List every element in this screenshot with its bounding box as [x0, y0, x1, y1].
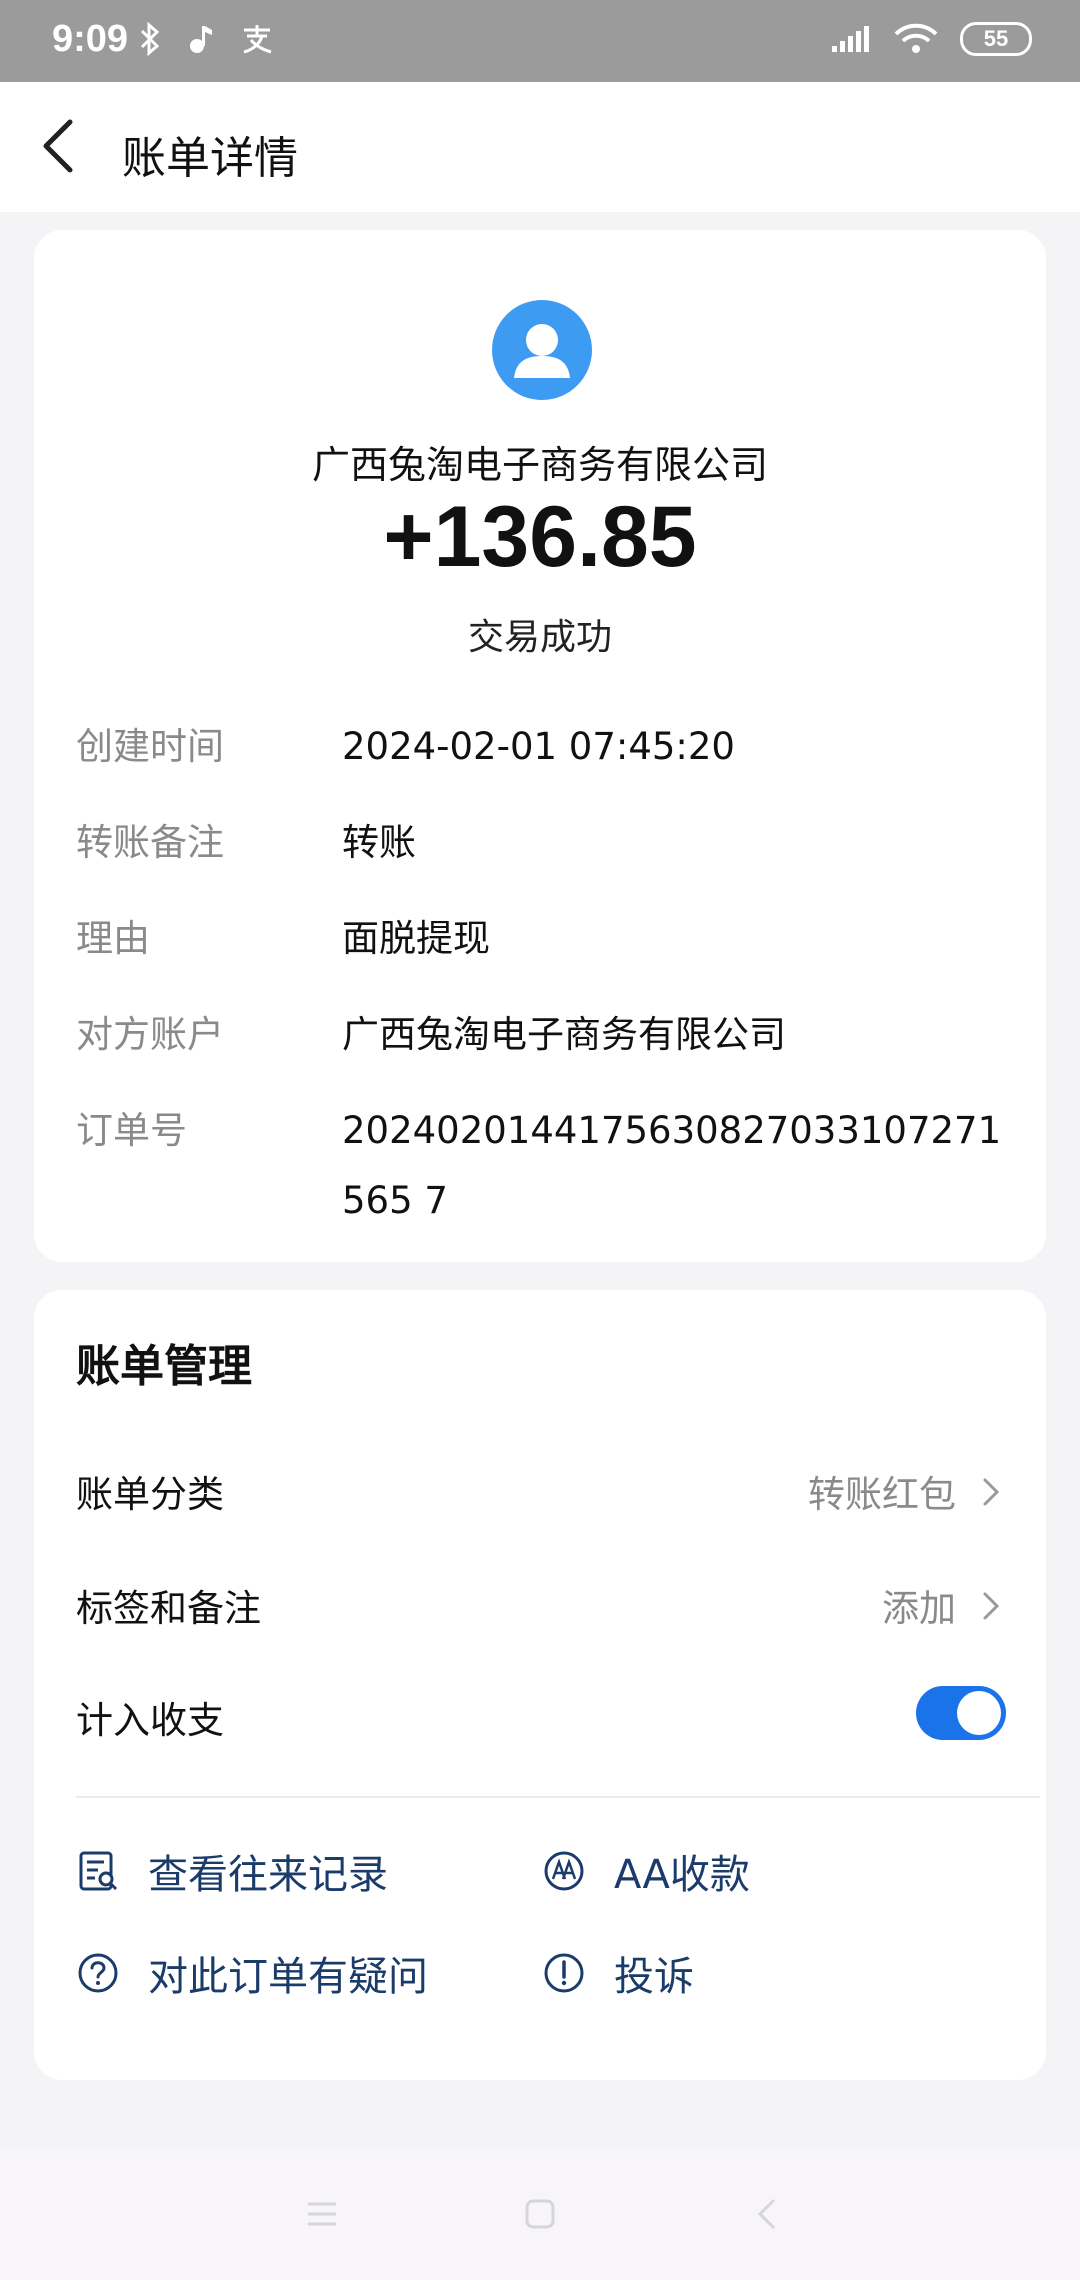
tags-notes-value: 添加	[882, 1587, 956, 1630]
status-time: 9:09	[52, 18, 129, 60]
complaint-label: 投诉	[614, 1954, 694, 2000]
order-question-button[interactable]: 对此订单有疑问	[76, 1938, 428, 2008]
detail-value: 2024-02-01 07:45:20	[342, 725, 735, 768]
detail-label: 转账备注	[76, 821, 224, 864]
tags-notes-label: 标签和备注	[76, 1587, 261, 1630]
transaction-amount: +136.85	[383, 489, 697, 585]
tags-notes-row[interactable]: 标签和备注 添加	[76, 1566, 1006, 1646]
order-number: 2024020144175630827033107271565 7	[342, 1109, 1002, 1222]
transaction-card: 广西兔淘电子商务有限公司 +136.85 交易成功 创建时间 2024-02-0…	[34, 230, 1046, 1262]
bill-category-value: 转账红包	[808, 1473, 956, 1516]
status-bar: 9:09 55	[0, 0, 1080, 82]
question-icon	[78, 1953, 118, 1993]
include-income-label: 计入收支	[76, 1699, 224, 1742]
toggle-knob	[957, 1691, 1001, 1735]
app-header: 账单详情	[0, 82, 1080, 212]
avatar	[492, 300, 592, 400]
bill-management-card: 账单管理 账单分类 转账红包 标签和备注 添加 计入收支 查看往来记录 AA收款…	[34, 1290, 1046, 2080]
chevron-right-icon	[983, 1592, 1000, 1620]
detail-value: 转账	[342, 821, 416, 864]
section-title: 账单管理	[76, 1341, 252, 1392]
detail-label: 理由	[76, 917, 150, 960]
detail-value: 面脱提现	[342, 917, 490, 960]
user-icon	[514, 324, 570, 378]
wifi-icon	[894, 23, 938, 53]
include-income-toggle[interactable]	[916, 1686, 1006, 1740]
bill-category-label: 账单分类	[76, 1473, 224, 1516]
music-icon	[190, 26, 212, 53]
detail-label: 创建时间	[76, 725, 224, 768]
transaction-status: 交易成功	[467, 617, 612, 658]
battery-icon: 55	[960, 22, 1032, 56]
back-nav-icon[interactable]	[748, 2194, 788, 2234]
complaint-button[interactable]: 投诉	[542, 1938, 694, 2008]
bluetooth-icon	[140, 22, 160, 56]
back-button[interactable]	[30, 114, 90, 178]
system-nav-bar	[0, 2150, 1080, 2280]
records-icon	[79, 1851, 118, 1891]
include-income-row: 计入收支	[76, 1678, 1006, 1758]
aa-collect-button[interactable]: AA收款	[542, 1836, 750, 1906]
order-question-label: 对此订单有疑问	[148, 1954, 428, 2000]
detail-value: 广西兔淘电子商务有限公司	[342, 1013, 786, 1056]
complaint-icon	[544, 1953, 584, 1993]
home-icon[interactable]	[520, 2194, 560, 2234]
detail-label: 订单号	[76, 1109, 187, 1152]
aa-collect-label: AA收款	[614, 1852, 750, 1898]
signal-icon	[832, 26, 869, 52]
divider	[76, 1796, 1040, 1798]
chevron-right-icon	[983, 1478, 1000, 1506]
page-title: 账单详情	[122, 133, 298, 184]
payee-name: 广西兔淘电子商务有限公司	[311, 443, 768, 487]
menu-icon[interactable]	[302, 2194, 342, 2234]
view-records-label: 查看往来记录	[148, 1852, 388, 1898]
battery-level: 55	[983, 26, 1009, 51]
view-records-button[interactable]: 查看往来记录	[76, 1836, 388, 1906]
aa-icon	[544, 1851, 584, 1891]
detail-label: 对方账户	[76, 1013, 224, 1056]
alipay-icon	[243, 25, 272, 54]
bill-category-row[interactable]: 账单分类 转账红包	[76, 1452, 1006, 1532]
